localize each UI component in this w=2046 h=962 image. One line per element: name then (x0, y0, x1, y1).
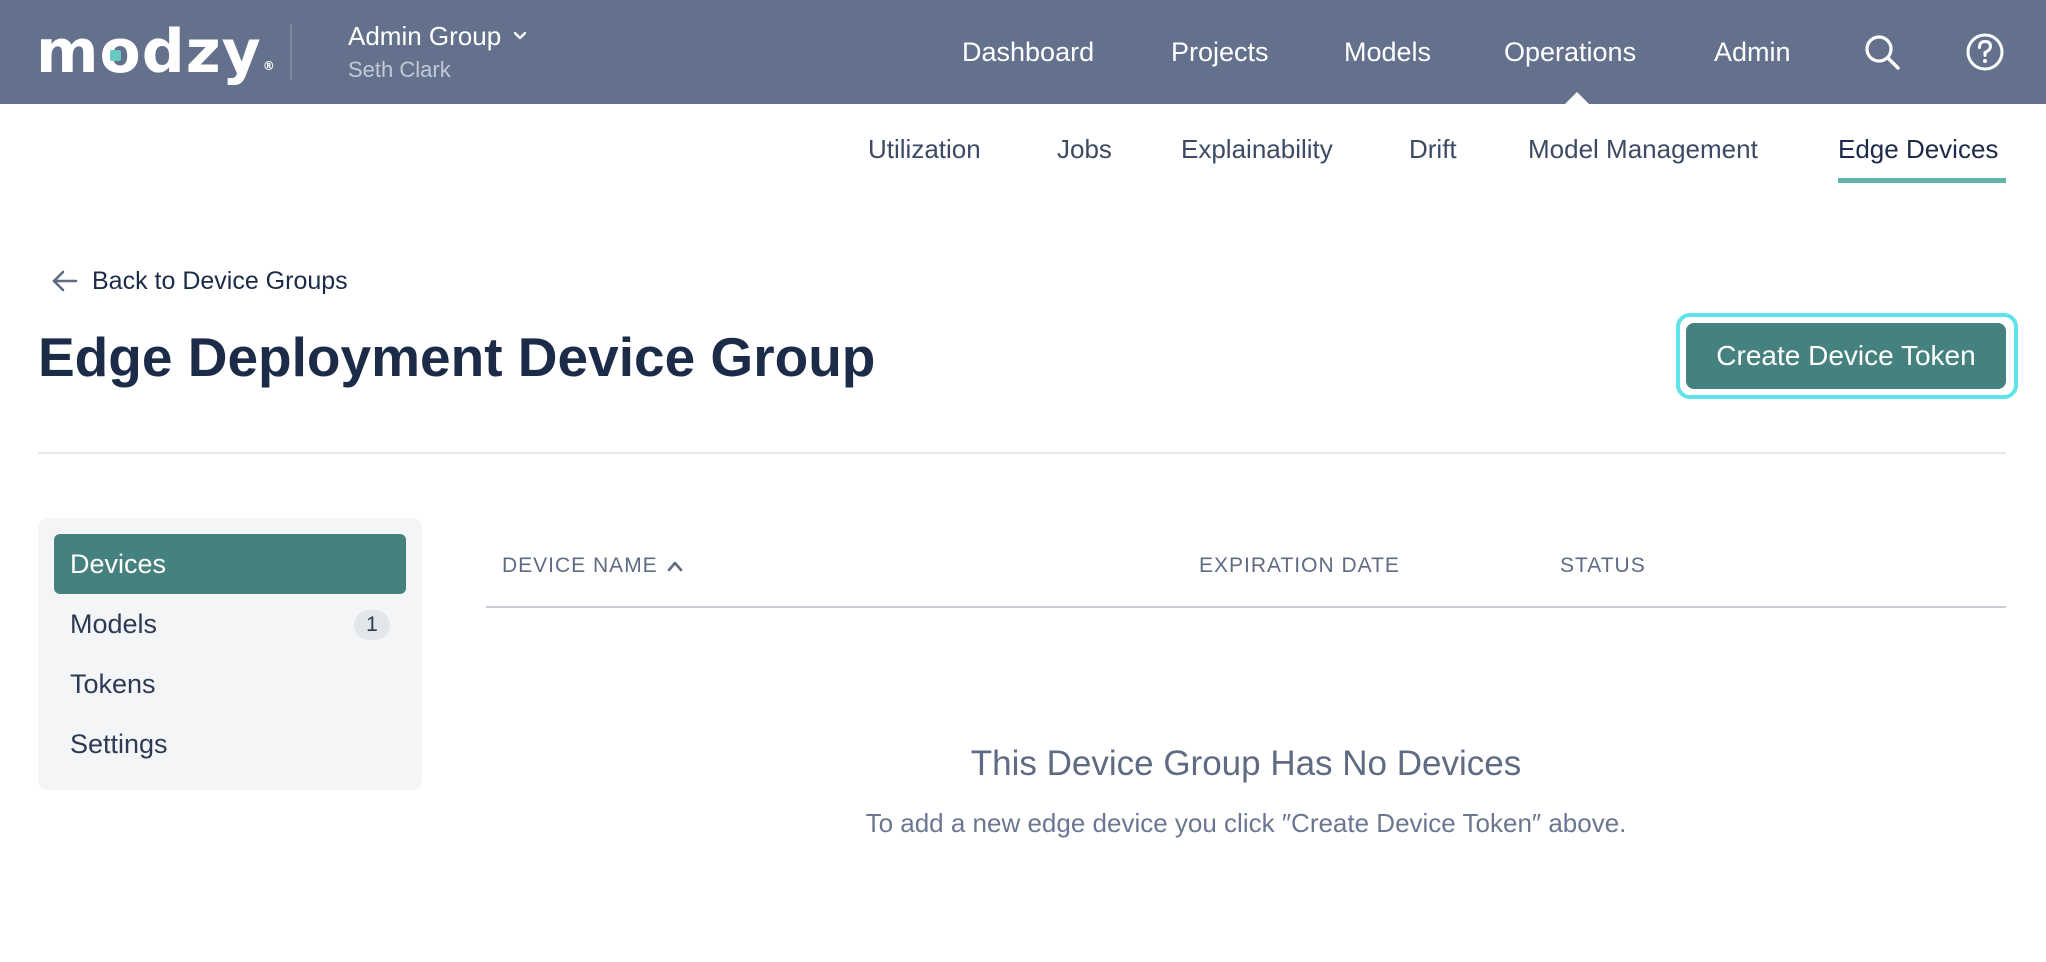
tab-edge-devices[interactable]: Edge Devices (1838, 132, 1998, 166)
sidebar-item-label: Devices (70, 549, 167, 579)
logo-wordmark: modzy ® (36, 20, 275, 84)
device-group-sidebar: Devices Models 1 Tokens Settings (38, 518, 422, 790)
nav-projects[interactable]: Projects (1171, 34, 1269, 70)
page-title: Edge Deployment Device Group (38, 326, 876, 388)
column-header-status[interactable]: STATUS (1560, 554, 1646, 578)
sidebar-item-models[interactable]: Models 1 (54, 594, 406, 654)
nav-admin[interactable]: Admin (1714, 34, 1791, 70)
active-tab-underline (1838, 178, 2006, 183)
search-icon[interactable] (1860, 30, 1904, 74)
back-to-device-groups-link[interactable]: Back to Device Groups (50, 266, 348, 296)
header-divider (290, 24, 292, 80)
sidebar-item-label: Tokens (70, 669, 156, 699)
sort-up-icon (667, 561, 683, 572)
active-nav-indicator (1564, 92, 1590, 105)
modzy-logo[interactable]: modzy ® (36, 20, 275, 84)
registered-mark: ® (262, 59, 276, 73)
sidebar-item-label: Models (70, 609, 158, 639)
nav-models[interactable]: Models (1344, 34, 1431, 70)
nav-operations[interactable]: Operations (1504, 34, 1636, 70)
sidebar-item-devices[interactable]: Devices (54, 534, 406, 594)
sidebar-item-label: Settings (70, 729, 168, 759)
column-header-expiration-date[interactable]: EXPIRATION DATE (1199, 554, 1400, 578)
empty-state-description: To add a new edge device you click ″Crea… (865, 808, 1627, 838)
chevron-down-icon (513, 31, 527, 40)
tab-jobs[interactable]: Jobs (1057, 132, 1112, 166)
user-name: Seth Clark (348, 57, 451, 82)
sidebar-item-tokens[interactable]: Tokens (54, 654, 406, 714)
empty-state-title: This Device Group Has No Devices (970, 744, 1522, 783)
arrow-left-icon (52, 270, 78, 292)
tab-utilization[interactable]: Utilization (868, 132, 981, 166)
top-navigation-bar: modzy ® Admin Group Seth Clark Dashboard… (0, 0, 2046, 105)
header-divider-line (38, 452, 2006, 454)
column-header-device-name[interactable]: DEVICE NAME (502, 554, 684, 578)
table-header-divider (486, 606, 2006, 608)
group-name: Admin Group (348, 21, 502, 51)
sidebar-item-settings[interactable]: Settings (54, 714, 406, 774)
tab-explainability[interactable]: Explainability (1181, 132, 1333, 166)
tab-drift[interactable]: Drift (1409, 132, 1457, 166)
nav-dashboard[interactable]: Dashboard (962, 34, 1094, 70)
tab-model-management[interactable]: Model Management (1528, 132, 1758, 166)
help-icon[interactable] (1963, 30, 2007, 74)
back-link-label: Back to Device Groups (92, 266, 348, 295)
create-device-token-button[interactable]: Create Device Token (1686, 323, 2006, 389)
workspace-switcher[interactable]: Admin Group Seth Clark (348, 18, 527, 86)
count-badge: 1 (354, 610, 390, 640)
logo-accent-dot (110, 50, 121, 61)
